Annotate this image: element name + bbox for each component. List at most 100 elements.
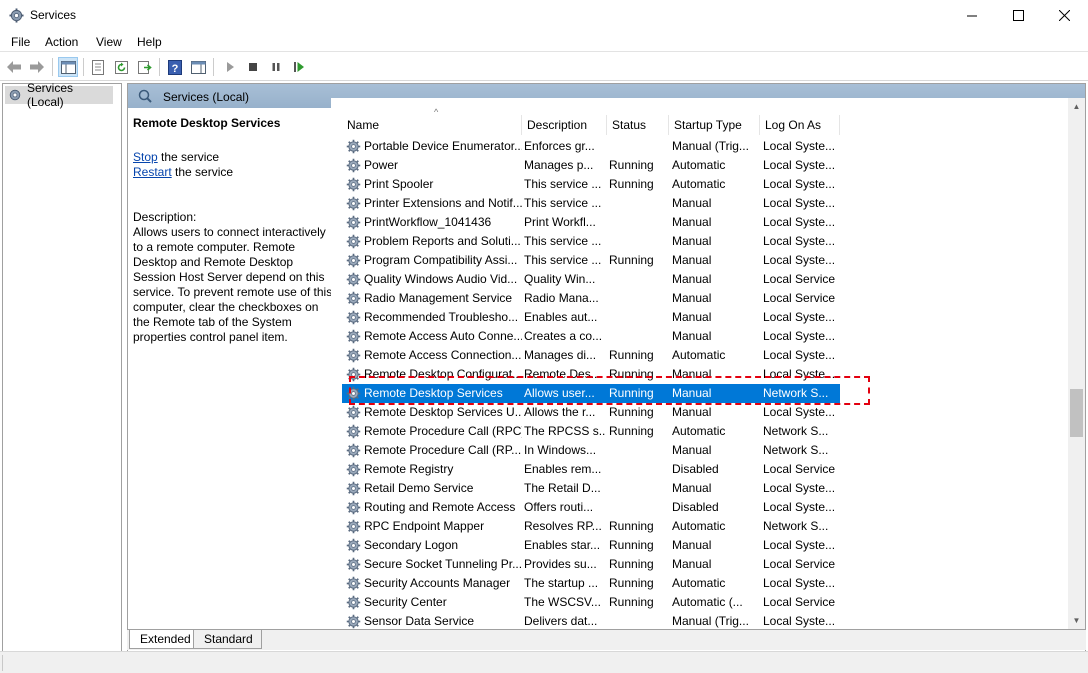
play-icon	[227, 62, 234, 72]
service-row[interactable]: RPC Endpoint Mapper Resolves RP... Running…	[342, 517, 840, 536]
service-startup-type-cell: Automatic	[672, 576, 726, 590]
close-button[interactable]	[1041, 0, 1087, 31]
service-name-cell: Problem Reports and Soluti...	[364, 234, 521, 248]
service-row[interactable]: Remote Procedure Call (RPC) The RPCSS s..…	[342, 422, 840, 441]
stop-service-button[interactable]	[243, 57, 263, 77]
service-gear-icon	[346, 481, 361, 496]
title-bar: Services	[0, 0, 1088, 31]
service-row[interactable]: Routing and Remote Access Offers routi...…	[342, 498, 840, 517]
service-row[interactable]: Radio Management Service Radio Mana... Man…	[342, 289, 840, 308]
column-header-name[interactable]: Name ^	[342, 107, 522, 135]
service-row[interactable]: Secondary Logon Enables star... Running Man…	[342, 536, 840, 555]
service-name-cell: Quality Windows Audio Vid...	[364, 272, 518, 286]
service-row[interactable]: Security Accounts Manager The startup ...…	[342, 574, 840, 593]
service-row[interactable]: Program Compatibility Assi... This servic…	[342, 251, 840, 270]
service-gear-icon	[346, 595, 361, 610]
service-log-on-as-cell: Local Syste...	[763, 177, 835, 191]
service-row[interactable]: Remote Access Auto Conne... Creates a co.…	[342, 327, 840, 346]
status-bar	[0, 651, 1088, 673]
vertical-scrollbar[interactable]: ▲ ▼	[1068, 98, 1085, 629]
properties-button[interactable]	[88, 57, 108, 77]
service-name-cell: PrintWorkflow_1041436	[364, 215, 492, 229]
service-log-on-as-cell: Local Syste...	[763, 234, 835, 248]
show-action-pane-button[interactable]	[188, 57, 208, 77]
tab-extended[interactable]: Extended	[129, 630, 200, 649]
service-row[interactable]: PrintWorkflow_1041436 Print Workfl... Manu…	[342, 213, 840, 232]
service-status-cell: Running	[609, 595, 654, 609]
service-startup-type-cell: Automatic	[672, 348, 726, 362]
description-text: Allows users to connect interactively to…	[133, 225, 333, 344]
menu-action[interactable]: Action	[45, 35, 78, 49]
service-name-cell: Remote Procedure Call (RPC)	[364, 424, 522, 438]
service-startup-type-cell: Manual	[672, 557, 712, 571]
service-row[interactable]: Remote Desktop Configurat... Remote Des..…	[342, 365, 840, 384]
service-description-cell: The Retail D...	[524, 481, 601, 495]
service-log-on-as-cell: Network S...	[763, 386, 829, 400]
column-header-log-on-as[interactable]: Log On As	[760, 115, 840, 135]
show-hide-console-tree-button[interactable]	[58, 57, 78, 77]
service-status-cell	[609, 289, 669, 308]
service-row[interactable]: Remote Desktop Services U... Allows the r…	[342, 403, 840, 422]
menu-help[interactable]: Help	[137, 35, 162, 49]
restart-service-link[interactable]: Restart	[133, 165, 172, 179]
maximize-button[interactable]	[995, 0, 1041, 31]
service-row[interactable]: Remote Access Connection... Manages di...…	[342, 346, 840, 365]
service-description-cell: Radio Mana...	[524, 291, 599, 305]
pause-service-button[interactable]	[266, 57, 286, 77]
service-log-on-as-cell: Local Syste...	[763, 310, 835, 324]
service-gear-icon	[346, 196, 361, 211]
service-startup-type-cell: Manual	[672, 215, 712, 229]
start-service-button[interactable]	[220, 57, 240, 77]
service-description-cell: Allows the r...	[524, 405, 596, 419]
service-gear-icon	[346, 367, 361, 382]
service-description-cell: In Windows...	[524, 443, 597, 457]
service-row[interactable]: Print Spooler This service ... Running Auto…	[342, 175, 840, 194]
service-startup-type-cell: Disabled	[672, 500, 719, 514]
tab-standard[interactable]: Standard	[193, 630, 262, 649]
service-startup-type-cell: Manual	[672, 405, 712, 419]
menu-view[interactable]: View	[96, 35, 122, 49]
help-button[interactable]: ?	[165, 57, 185, 77]
service-status-cell	[609, 308, 669, 327]
forward-button[interactable]	[27, 57, 47, 77]
scroll-up-arrow-icon[interactable]: ▲	[1068, 98, 1085, 115]
service-row[interactable]: Remote Registry Enables rem... Disabled Loc…	[342, 460, 840, 479]
tree-item-services-local[interactable]: Services (Local)	[5, 81, 113, 109]
service-gear-icon	[346, 462, 361, 477]
scroll-down-arrow-icon[interactable]: ▼	[1068, 612, 1085, 629]
minimize-button[interactable]	[949, 0, 995, 31]
service-log-on-as-cell: Local Syste...	[763, 576, 835, 590]
back-button[interactable]	[4, 57, 24, 77]
service-status-cell	[609, 479, 669, 498]
service-row[interactable]: Power Manages p... Running Automatic Local S…	[342, 156, 840, 175]
service-row[interactable]: Security Center The WSCSV... Running Automa…	[342, 593, 840, 612]
service-status-cell: Running	[609, 405, 654, 419]
restart-service-button[interactable]	[289, 57, 309, 77]
column-header-status[interactable]: Status	[607, 115, 669, 135]
column-header-startup-type[interactable]: Startup Type	[669, 115, 760, 135]
stop-service-link[interactable]: Stop	[133, 150, 158, 164]
service-row[interactable]: Remote Procedure Call (RP... In Windows..…	[342, 441, 840, 460]
service-status-cell	[609, 213, 669, 232]
service-row[interactable]: Portable Device Enumerator... Enforces gr…	[342, 137, 840, 156]
column-header-label: Description	[527, 118, 588, 132]
service-row[interactable]: Problem Reports and Soluti... This servic…	[342, 232, 840, 251]
column-header-description[interactable]: Description	[522, 115, 607, 135]
menu-file[interactable]: File	[11, 35, 30, 49]
service-row[interactable]: Quality Windows Audio Vid... Quality Win.…	[342, 270, 840, 289]
scrollbar-thumb[interactable]	[1070, 389, 1083, 437]
service-description-cell: The RPCSS s...	[524, 424, 606, 438]
service-row[interactable]: Secure Socket Tunneling Pr... Provides su…	[342, 555, 840, 574]
service-description-cell: This service ...	[524, 234, 602, 248]
service-row[interactable]: Printer Extensions and Notif... This serv…	[342, 194, 840, 213]
service-row[interactable]: Remote Desktop Services Allows user... Run…	[342, 384, 840, 403]
refresh-button[interactable]	[111, 57, 131, 77]
service-gear-icon	[346, 310, 361, 325]
service-startup-type-cell: Manual	[672, 386, 712, 400]
export-list-button[interactable]	[134, 57, 154, 77]
search-icon	[138, 89, 152, 103]
service-row[interactable]: Retail Demo Service The Retail D... Manual…	[342, 479, 840, 498]
column-header-label: Status	[612, 118, 647, 132]
service-description-cell: Allows user...	[524, 386, 595, 400]
service-row[interactable]: Recommended Troublesho... Enables aut... M…	[342, 308, 840, 327]
